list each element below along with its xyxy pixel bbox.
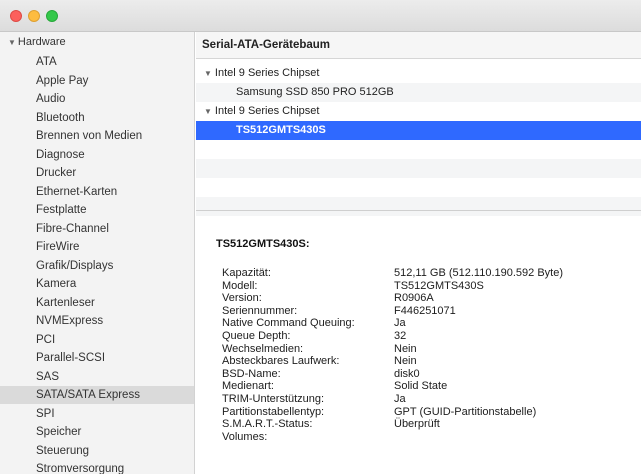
sidebar-item-sas[interactable]: SAS [36,368,59,386]
tree-empty-row [196,197,641,216]
sidebar-item-festplatte[interactable]: Festplatte [36,201,87,219]
sidebar-section-hardware[interactable]: ▼ Hardware [8,36,66,48]
property-key: Seriennummer: [222,304,298,317]
property-key: Partitionstabellentyp: [222,405,325,418]
tree-row-label: Intel 9 Series Chipset [214,67,320,79]
property-value: R0906A [394,292,434,305]
property-key: TRIM-Unterstützung: [222,393,325,405]
tree-group-row[interactable]: ▼ Intel 9 Series Chipset [196,64,641,83]
sidebar-item-grafik-displays[interactable]: Grafik/Displays [36,257,113,275]
sidebar-item-ethernet-karten[interactable]: Ethernet-Karten [36,183,117,201]
property-key: Kapazität: [222,267,271,279]
tree-group-row[interactable]: ▼ Intel 9 Series Chipset [196,102,641,121]
property-value: 512,11 GB (512.110.190.592 Byte) [394,267,563,279]
sidebar-item-sata-sata-express[interactable]: SATA/SATA Express [0,386,194,404]
close-window-button[interactable] [10,10,22,22]
property-key: Modell: [222,279,258,292]
property-value: GPT (GUID-Partitionstabelle) [394,405,537,418]
property-key: Medienart: [222,380,274,393]
sidebar-item-fibre-channel[interactable]: Fibre-Channel [36,220,109,238]
sidebar-item-firewire[interactable]: FireWire [36,238,79,256]
main-panel: Serial-ATA-Gerätebaum ▼ Intel 9 Series Ch… [196,32,641,474]
sidebar-item-spi[interactable]: SPI [36,405,55,423]
property-key: Queue Depth: [222,330,291,342]
property-value: disk0 [394,367,420,380]
property-value: Nein [394,342,417,355]
device-tree-header: Serial-ATA-Gerätebaum [196,32,641,59]
sidebar-item-kartenleser[interactable]: Kartenleser [36,294,95,312]
tree-empty-row [196,140,641,159]
sidebar: ▼ Hardware ATA Apple Pay Audio Bluetooth Bren… [0,32,195,474]
sidebar-item-ata[interactable]: ATA [36,53,57,71]
sidebar-item-stromversorgung[interactable]: Stromversorgung [36,460,124,474]
disclosure-triangle-icon[interactable]: ▼ [8,38,16,47]
sidebar-item-pci[interactable]: PCI [36,331,55,349]
sidebar-item-speicher[interactable]: Speicher [36,423,81,441]
sidebar-section-label: Hardware [17,36,66,48]
tree-empty-row [196,178,641,197]
tree-device-row[interactable]: Samsung SSD 850 PRO 512GB [196,83,641,102]
property-key: Version: [222,292,262,305]
property-key: Wechselmedien: [222,342,304,355]
tree-row-label: Samsung SSD 850 PRO 512GB [236,86,394,98]
property-value: 32 [394,330,407,342]
property-key: Absteckbares Laufwerk: [222,355,340,368]
sidebar-item-nvmexpress[interactable]: NVMExpress [36,312,103,330]
tree-row-label: Intel 9 Series Chipset [214,105,320,117]
sidebar-item-apple-pay[interactable]: Apple Pay [36,72,88,90]
sidebar-item-parallel-scsi[interactable]: Parallel-SCSI [36,349,105,367]
property-key: S.M.A.R.T.-Status: [222,418,313,431]
property-value: Überprüft [394,418,440,431]
sidebar-item-diagnose[interactable]: Diagnose [36,146,85,164]
property-value: Ja [394,393,406,405]
property-key: Volumes: [222,430,268,443]
tree-empty-row [196,159,641,178]
zoom-window-button[interactable] [46,10,58,22]
sidebar-item-drucker[interactable]: Drucker [36,164,76,182]
tree-device-row[interactable]: TS512GMTS430S [196,121,641,140]
tree-row-label: TS512GMTS430S [236,124,326,136]
sidebar-item-kamera[interactable]: Kamera [36,275,76,293]
property-value: TS512GMTS430S [394,279,484,292]
property-value: Nein [394,355,417,368]
sidebar-item-bluetooth[interactable]: Bluetooth [36,109,85,127]
sidebar-item-steuerung[interactable]: Steuerung [36,442,89,460]
disclosure-triangle-icon[interactable]: ▼ [204,69,212,78]
property-value: Solid State [394,380,448,393]
property-value: F446251071 [394,304,456,317]
sidebar-item-audio[interactable]: Audio [36,90,65,108]
property-value: Ja [394,317,406,330]
sidebar-item-brennen-von-medien[interactable]: Brennen von Medien [36,127,142,145]
property-key: Native Command Queuing: [222,317,355,330]
split-divider[interactable] [196,210,641,211]
disclosure-triangle-icon[interactable]: ▼ [204,107,212,116]
window-titlebar [0,0,641,32]
property-key: BSD-Name: [222,367,281,380]
detail-title: TS512GMTS430S: [216,238,310,250]
minimize-window-button[interactable] [28,10,40,22]
